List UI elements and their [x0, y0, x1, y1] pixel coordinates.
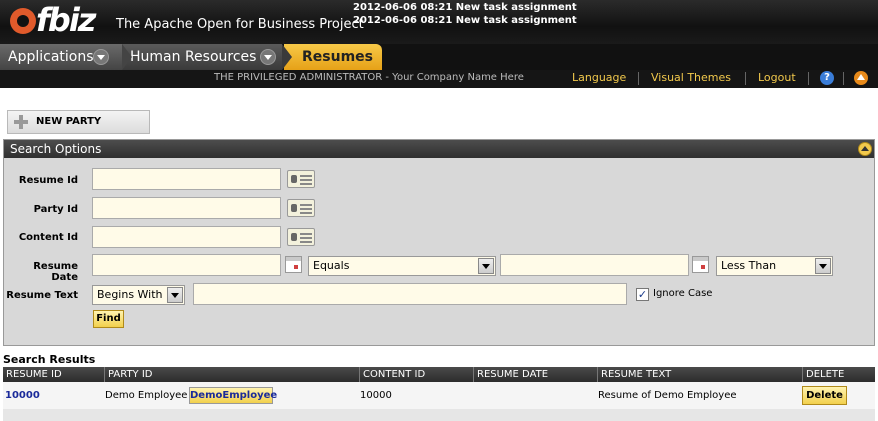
find-button[interactable]: Find: [93, 310, 124, 328]
chevron-down-icon[interactable]: [260, 49, 276, 65]
search-options-panel: Search Options Resume Id Party Id Conten…: [3, 139, 875, 346]
col-resume-text[interactable]: RESUME TEXT: [597, 367, 671, 382]
content-id-input[interactable]: [92, 226, 281, 248]
party-id-label: Party Id: [33, 204, 78, 215]
calendar-icon[interactable]: [692, 256, 709, 273]
tab-applications-label: Applications: [8, 49, 94, 65]
dropdown-arrow-icon[interactable]: [815, 258, 831, 274]
resume-date-label: Resume Date: [33, 261, 78, 283]
results-footer: [3, 409, 875, 421]
content-id-label: Content Id: [18, 232, 78, 243]
divider: [808, 72, 809, 85]
lookup-icon[interactable]: [287, 199, 315, 217]
party-id-input[interactable]: [92, 197, 281, 219]
resume-date-to-op-select[interactable]: Less Than: [716, 256, 833, 276]
delete-button[interactable]: Delete: [802, 386, 847, 405]
party-id-button[interactable]: DemoEmployee: [189, 387, 277, 404]
resume-text-input[interactable]: [193, 283, 627, 305]
user-bar: THE PRIVILEGED ADMINISTRATOR - Your Comp…: [0, 70, 878, 88]
col-delete: DELETE: [802, 367, 844, 382]
help-icon[interactable]: ?: [820, 71, 834, 85]
main-content: NEW PARTY RESUME Search Options Resume I…: [0, 88, 878, 421]
resume-date-input[interactable]: [92, 254, 281, 276]
resume-date-op-select[interactable]: Equals: [308, 256, 496, 276]
content-id-value: 10000: [360, 390, 392, 401]
lookup-icon[interactable]: [287, 228, 315, 246]
message-list: 2012-06-06 08:21 New task assignment 201…: [353, 1, 577, 27]
search-results-title: Search Results: [3, 353, 96, 366]
app-navbar: Applications Human Resources Resumes: [0, 44, 878, 70]
ofbiz-logo[interactable]: fbiz: [10, 2, 96, 38]
collapse-icon[interactable]: [858, 142, 872, 156]
resume-text-op-value: Begins With: [97, 288, 163, 301]
visual-themes-link[interactable]: Visual Themes: [651, 70, 731, 86]
resume-date-to-op-value: Less Than: [721, 259, 777, 272]
collapse-up-icon[interactable]: [854, 71, 868, 85]
divider: [745, 72, 746, 85]
language-link[interactable]: Language: [572, 70, 626, 86]
tab-human-resources[interactable]: Human Resources: [122, 44, 292, 70]
lookup-icon[interactable]: [287, 170, 315, 188]
col-content-id[interactable]: CONTENT ID: [359, 367, 425, 382]
tagline: The Apache Open for Business Project: [116, 17, 364, 32]
resume-id-link[interactable]: 10000: [5, 390, 40, 401]
col-resume-id[interactable]: RESUME ID: [3, 367, 62, 382]
tab-resumes-label: Resumes: [302, 49, 373, 65]
message-item[interactable]: 2012-06-06 08:21 New task assignment: [353, 14, 577, 27]
user-company-label: THE PRIVILEGED ADMINISTRATOR - Your Comp…: [214, 72, 524, 83]
divider: [843, 72, 844, 85]
col-party-id[interactable]: PARTY ID: [104, 367, 153, 382]
ignore-case-label: Ignore Case: [653, 288, 713, 299]
resume-id-label: Resume Id: [18, 175, 78, 186]
chevron-down-icon[interactable]: [93, 49, 109, 65]
message-item[interactable]: 2012-06-06 08:21 New task assignment: [353, 1, 577, 14]
resume-id-input[interactable]: [92, 168, 281, 190]
calendar-icon[interactable]: [285, 256, 302, 273]
header: fbiz The Apache Open for Business Projec…: [0, 0, 878, 44]
resume-text-label: Resume Text: [6, 290, 78, 301]
resume-text-op-select[interactable]: Begins With: [92, 285, 185, 305]
tab-applications[interactable]: Applications: [0, 44, 132, 70]
party-name: Demo Employee: [105, 390, 188, 401]
tab-resumes[interactable]: Resumes: [284, 44, 382, 70]
col-resume-date[interactable]: RESUME DATE: [473, 367, 548, 382]
dropdown-arrow-icon[interactable]: [478, 258, 494, 274]
ignore-case-checkbox[interactable]: ✓: [636, 288, 649, 301]
divider: [638, 72, 639, 85]
logout-link[interactable]: Logout: [758, 70, 796, 86]
results-table: RESUME ID PARTY ID CONTENT ID RESUME DAT…: [3, 367, 875, 409]
resume-text-value: Resume of Demo Employee: [598, 390, 737, 401]
resume-date-op-value: Equals: [313, 259, 350, 272]
new-party-resume-button[interactable]: NEW PARTY RESUME: [7, 110, 150, 149]
table-row: 10000 Demo Employee DemoEmployee 10000 R…: [3, 382, 875, 409]
search-options-title: Search Options: [4, 140, 874, 158]
resume-date-to-input[interactable]: [500, 254, 689, 276]
plus-icon: [14, 115, 28, 129]
tab-human-resources-label: Human Resources: [130, 49, 257, 65]
dropdown-arrow-icon[interactable]: [167, 287, 183, 303]
table-header: RESUME ID PARTY ID CONTENT ID RESUME DAT…: [3, 367, 875, 382]
